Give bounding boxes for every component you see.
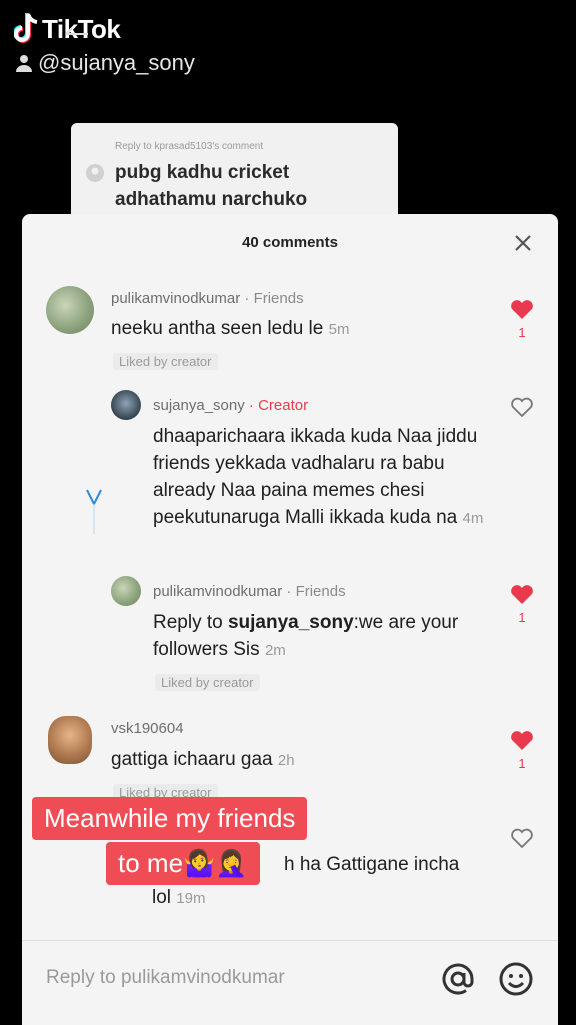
comment-text: Reply to sujanya_sony:we are your follow… bbox=[153, 612, 459, 660]
like-heart-icon[interactable] bbox=[509, 727, 535, 753]
like-count: 1 bbox=[518, 756, 526, 771]
tiktok-logo-icon bbox=[14, 13, 38, 43]
comments-count-title: 40 comments bbox=[242, 234, 338, 251]
comment-username[interactable]: vsk190604 bbox=[111, 720, 184, 737]
reply-to-comment-card: Reply to kprasad5103's comment pubg kadh… bbox=[71, 123, 398, 223]
liked-by-creator-badge: Liked by creator bbox=[155, 674, 260, 691]
watermark-username: @sujanya_sony bbox=[38, 50, 195, 75]
avatar[interactable] bbox=[111, 390, 141, 420]
like-count: 1 bbox=[518, 325, 526, 340]
chevron-down-icon bbox=[86, 489, 102, 534]
comment-text: neeku antha seen ledu le 5m bbox=[111, 318, 350, 339]
comment-text-partial: lol 19m bbox=[152, 887, 206, 908]
reply-input[interactable]: Reply to pulikamvinodkumar bbox=[46, 967, 285, 989]
like-heart-icon[interactable] bbox=[509, 296, 535, 322]
liked-by-creator-badge: Liked by creator bbox=[113, 353, 218, 370]
caption-line-2: to me🤷‍♀️🤦‍♀️ bbox=[106, 842, 260, 885]
comment-text-partial: h ha Gattigane incha bbox=[284, 854, 460, 875]
like-heart-outline-icon[interactable] bbox=[509, 825, 535, 851]
reply-card-header: Reply to kprasad5103's comment bbox=[115, 141, 264, 152]
reply-card-text: pubg kadhu cricket adhathamu narchuko bbox=[115, 162, 308, 210]
mention-at-icon[interactable] bbox=[440, 961, 476, 997]
emoji-icon[interactable] bbox=[498, 961, 534, 997]
like-count: 1 bbox=[518, 610, 526, 625]
tiktok-watermark: TikTok @sujanya_sony bbox=[14, 12, 195, 76]
comment-text: gattiga ichaaru gaa 2h bbox=[111, 749, 295, 770]
avatar[interactable] bbox=[111, 576, 141, 606]
comment-text: dhaaparichaara ikkada kuda Naa jiddu fri… bbox=[153, 426, 484, 528]
comments-sheet: 40 comments pulikamvinodkumar · Friends … bbox=[22, 214, 558, 1024]
comment-avatar-icon bbox=[86, 164, 104, 182]
arrow-left-icon bbox=[65, 27, 88, 35]
like-heart-icon[interactable] bbox=[509, 581, 535, 607]
avatar[interactable] bbox=[48, 716, 92, 764]
close-icon[interactable] bbox=[512, 232, 534, 254]
comment-username[interactable]: pulikamvinodkumar · Friends bbox=[153, 583, 346, 600]
reply-bar: Reply to pulikamvinodkumar bbox=[22, 940, 558, 1025]
comment-username[interactable]: sujanya_sony · Creator bbox=[153, 397, 308, 414]
avatar[interactable] bbox=[46, 286, 94, 334]
like-heart-outline-icon[interactable] bbox=[509, 394, 535, 420]
user-icon bbox=[16, 55, 32, 72]
caption-line-1: Meanwhile my friends bbox=[32, 797, 308, 840]
comment-username[interactable]: pulikamvinodkumar · Friends bbox=[111, 290, 304, 307]
